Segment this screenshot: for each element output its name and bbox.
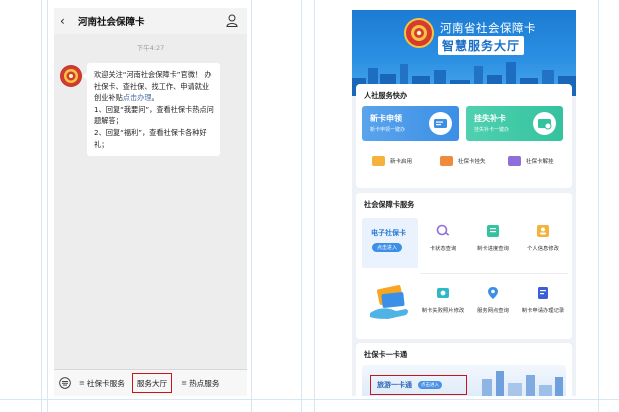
screenshot-canvas: ‹ 河南社会保障卡 下午4:27 欢迎关注“河南社会保障卡”官微！ 办社保卡、查… (0, 0, 619, 412)
menu-service-hall[interactable]: 服务大厅 (131, 373, 173, 393)
card-unlock-icon (508, 156, 521, 166)
message-text: 。 (151, 93, 159, 103)
service-label: 制卡申请办理记录 (521, 308, 565, 314)
message-line: 1、回复“我要问”，查看社保卡热点问题解答； (94, 104, 214, 126)
quick-activate-card[interactable]: 新卡启用 (372, 156, 412, 166)
electronic-card-promo[interactable]: 电子社保卡 点击进入 (362, 218, 418, 268)
guide-line (0, 399, 619, 400)
service-label: 制卡失败照片修改 (421, 308, 465, 314)
service-label: 制卡进度查询 (477, 246, 509, 252)
photo-icon (437, 288, 449, 298)
card-replace-icon (533, 112, 556, 135)
quick-label: 社保卡挂失 (458, 159, 486, 165)
menu-label: 服务大厅 (136, 378, 168, 388)
location-pin-icon (488, 287, 498, 299)
guide-line (598, 0, 599, 412)
service-label: 服务网点查询 (477, 308, 509, 314)
chat-header: ‹ 河南社会保障卡 (54, 8, 247, 34)
tile-subtitle: 挂失补卡一键办 (474, 127, 510, 133)
message-line: 2、回复“福利”，查看社保卡各种好礼； (94, 127, 207, 149)
quick-label: 社保卡解挂 (526, 159, 554, 165)
menu-social-card-service[interactable]: ≡ 社保卡服务 (79, 370, 125, 396)
photo-edit-service[interactable]: 制卡失败照片修改 (418, 285, 468, 316)
promo-enter-button[interactable]: 点击进入 (372, 243, 403, 252)
bottom-menu-bar: ≡ 社保卡服务 服务大厅 ≡ 热点服务 (54, 369, 247, 396)
guide-line (47, 0, 48, 412)
search-card-icon (436, 224, 450, 236)
guide-line (41, 0, 42, 412)
service-label: 卡状态查询 (429, 246, 457, 252)
travel-card-enter-button[interactable]: 点击进入 (418, 381, 442, 389)
id-card-icon (429, 112, 452, 135)
guide-line (301, 0, 302, 412)
tile-title: 挂失补卡 (474, 114, 506, 123)
card-activate-icon (372, 156, 385, 166)
guide-line (314, 0, 315, 412)
chat-screen: ‹ 河南社会保障卡 下午4:27 欢迎关注“河南社会保障卡”官微！ 办社保卡、查… (54, 8, 247, 396)
account-avatar[interactable] (60, 65, 82, 87)
menu-lines-icon: ≡ (79, 379, 85, 387)
section-title: 社保卡一卡通 (364, 350, 408, 359)
guide-line (251, 0, 252, 412)
travel-card-highlight: 旅游一卡通 点击进入 (370, 375, 467, 395)
click-to-handle-link[interactable]: 点击办理 (123, 93, 152, 102)
service-point-query[interactable]: 服务网点查询 (468, 285, 518, 316)
travel-card-banner[interactable]: 旅游一卡通 点击进入 (362, 365, 566, 396)
quick-label: 新卡启用 (390, 159, 413, 165)
lost-card-replace-tile[interactable]: 挂失补卡 挂失补卡一键办 (466, 106, 563, 141)
service-hall-screen: 河南省社会保障卡 智慧服务大厅 人社服务快办 新卡申领 新卡申领一键办 挂失补卡 (352, 10, 576, 396)
banner-title: 河南省社会保障卡 (440, 21, 536, 35)
one-card-section: 社保卡一卡通 旅游一卡通 点击进入 (356, 343, 572, 396)
service-label: 个人信息修改 (527, 246, 559, 252)
emblem-icon (61, 66, 81, 86)
message-paragraph: 欢迎关注“河南社会保障卡”官微！ 办社保卡、查社保、找工作、申请就业创业补贴点击… (94, 69, 214, 104)
progress-icon (487, 225, 499, 237)
quick-report-loss[interactable]: 社保卡挂失 (440, 156, 486, 166)
menu-hot-service[interactable]: ≡ 热点服务 (181, 370, 219, 396)
travel-card-title: 旅游一卡通 (377, 381, 412, 389)
new-card-apply-tile[interactable]: 新卡申领 新卡申领一键办 (362, 106, 459, 141)
keyboard-icon[interactable] (59, 377, 71, 389)
back-arrow-icon[interactable]: ‹ (60, 14, 74, 28)
record-icon (538, 287, 548, 299)
promo-title: 电子社保卡 (371, 229, 406, 237)
divider (420, 273, 568, 274)
card-progress-query[interactable]: 制卡进度查询 (468, 223, 518, 254)
chat-title: 河南社会保障卡 (78, 17, 145, 28)
social-security-emblem-icon (404, 18, 434, 48)
tile-title: 新卡申领 (370, 114, 402, 123)
card-hand-illustration (362, 273, 418, 331)
person-edit-icon (537, 225, 549, 237)
quick-unlock-card[interactable]: 社保卡解挂 (508, 156, 554, 166)
card-loss-icon (440, 156, 453, 166)
section-title: 人社服务快办 (364, 91, 408, 100)
welcome-message-bubble: 欢迎关注“河南社会保障卡”官微！ 办社保卡、查社保、找工作、申请就业创业补贴点击… (83, 63, 220, 157)
quick-service-card: 人社服务快办 新卡申领 新卡申领一键办 挂失补卡 挂失补卡一键办 新卡启用 社保… (356, 84, 572, 188)
hand-card-icon (370, 285, 408, 319)
tile-subtitle: 新卡申领一键办 (370, 127, 406, 133)
message-timestamp: 下午4:27 (136, 44, 165, 52)
menu-label: 社保卡服务 (86, 378, 125, 388)
menu-label: 热点服务 (189, 378, 220, 388)
user-profile-icon[interactable] (226, 14, 238, 27)
banner-subtitle: 智慧服务大厅 (438, 36, 525, 55)
card-application-record[interactable]: 制卡申请办理记录 (518, 285, 568, 316)
social-card-service-card: 社会保障卡服务 电子社保卡 点击进入 卡状态查询 制卡进度查询 个人信息修改 制… (356, 193, 572, 339)
card-status-query[interactable]: 卡状态查询 (418, 223, 468, 254)
section-title: 社会保障卡服务 (364, 200, 415, 209)
menu-lines-icon: ≡ (181, 379, 188, 387)
personal-info-edit[interactable]: 个人信息修改 (518, 223, 568, 254)
